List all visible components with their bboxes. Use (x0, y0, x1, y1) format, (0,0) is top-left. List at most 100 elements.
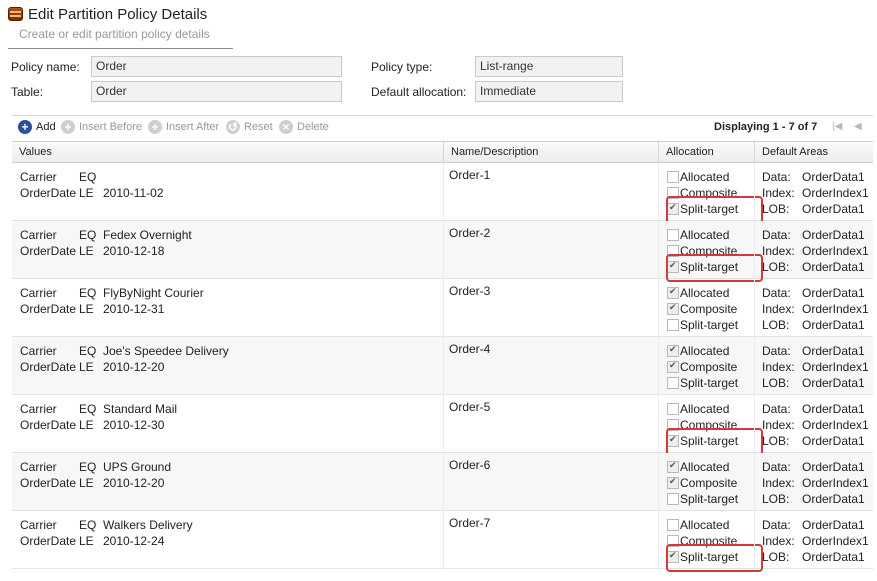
column-header-allocation[interactable]: Allocation (658, 142, 754, 162)
area-key: LOB: (762, 318, 790, 332)
area-key: Data: (762, 460, 791, 474)
value-text: Walkers Delivery (103, 518, 193, 532)
table-field[interactable]: Order (91, 81, 342, 102)
table-label: Table: (11, 85, 44, 99)
checkbox-label: Allocated (680, 518, 730, 532)
value-key: OrderDate (20, 360, 77, 374)
area-key: Data: (762, 228, 791, 242)
checkbox-label: Split-target (680, 260, 739, 274)
checkbox-icon[interactable] (667, 403, 679, 415)
checkbox-icon[interactable] (667, 360, 679, 373)
grid-toolbar: + Add + Insert Before + Insert After ↺ Reset… (12, 115, 873, 142)
value-operator: LE (79, 476, 94, 490)
checkbox-icon[interactable] (667, 460, 679, 473)
area-value: OrderData1 (802, 318, 865, 332)
checkbox-label: Composite (680, 244, 738, 258)
value-text: 2010-12-18 (103, 244, 165, 258)
first-page-icon[interactable]: |◀ (832, 121, 842, 132)
value-key: Carrier (20, 460, 57, 474)
area-value: OrderData1 (802, 402, 865, 416)
policy-name-label: Policy name: (11, 60, 80, 74)
checkbox-icon[interactable] (667, 229, 679, 241)
value-text: Fedex Overnight (103, 228, 192, 242)
value-key: Carrier (20, 344, 57, 358)
checkbox-icon[interactable] (667, 302, 679, 315)
checkbox-label: Composite (680, 476, 738, 490)
value-text: 2010-12-20 (103, 360, 165, 374)
checkbox-label: Allocated (680, 344, 730, 358)
column-header-default-areas[interactable]: Default Areas (754, 142, 873, 162)
checkbox-icon[interactable] (667, 519, 679, 531)
checkbox-icon[interactable] (667, 377, 679, 389)
header-divider (8, 48, 233, 49)
area-key: Index: (762, 360, 795, 374)
checkbox-label: Allocated (680, 228, 730, 242)
checkbox-label: Split-target (680, 202, 739, 216)
area-value: OrderData1 (802, 434, 865, 448)
value-operator: LE (79, 244, 94, 258)
checkbox-icon[interactable] (667, 535, 679, 547)
area-key: Data: (762, 170, 791, 184)
column-header-name[interactable]: Name/Description (443, 142, 658, 162)
area-value: OrderIndex1 (802, 534, 869, 548)
checkbox-icon[interactable] (667, 493, 679, 505)
previous-page-icon[interactable]: ◀ (854, 121, 862, 132)
area-key: Index: (762, 244, 795, 258)
value-key: Carrier (20, 228, 57, 242)
value-key: OrderDate (20, 302, 77, 316)
checkbox-icon[interactable] (667, 171, 679, 183)
value-operator: EQ (79, 344, 97, 358)
checkbox-icon[interactable] (667, 434, 679, 447)
area-value: OrderData1 (802, 460, 865, 474)
policy-name-field[interactable]: Order (91, 56, 342, 77)
area-key: LOB: (762, 260, 790, 274)
partition-name: Order-6 (449, 458, 491, 472)
checkbox-icon[interactable] (667, 202, 679, 215)
checkbox-label: Composite (680, 418, 738, 432)
checkbox-label: Composite (680, 534, 738, 548)
checkbox-icon[interactable] (667, 419, 679, 431)
value-operator: EQ (79, 286, 97, 300)
area-value: OrderData1 (802, 550, 865, 564)
partition-name: Order-2 (449, 226, 491, 240)
checkbox-icon[interactable] (667, 286, 679, 299)
partition-name: Order-4 (449, 342, 491, 356)
area-value: OrderIndex1 (802, 476, 869, 490)
area-key: Index: (762, 302, 795, 316)
area-key: LOB: (762, 492, 790, 506)
value-text: 2010-12-31 (103, 302, 165, 316)
checkbox-icon[interactable] (667, 245, 679, 257)
checkbox-label: Split-target (680, 550, 739, 564)
partition-name: Order-7 (449, 516, 491, 530)
value-key: Carrier (20, 286, 57, 300)
area-key: LOB: (762, 202, 790, 216)
value-text: FlyByNight Courier (103, 286, 204, 300)
checkbox-label: Split-target (680, 492, 739, 506)
checkbox-icon[interactable] (667, 550, 679, 563)
area-key: Index: (762, 418, 795, 432)
value-key: OrderDate (20, 534, 77, 548)
area-value: OrderData1 (802, 492, 865, 506)
checkbox-label: Composite (680, 302, 738, 316)
checkbox-icon[interactable] (667, 187, 679, 199)
value-key: Carrier (20, 170, 57, 184)
policy-type-label: Policy type: (371, 60, 433, 74)
checkbox-icon[interactable] (667, 260, 679, 273)
value-key: OrderDate (20, 186, 77, 200)
policy-type-field[interactable]: List-range (475, 56, 623, 77)
column-header-values[interactable]: Values (12, 142, 443, 162)
checkbox-label: Split-target (680, 376, 739, 390)
area-value: OrderIndex1 (802, 418, 869, 432)
delete-icon: × (279, 120, 293, 134)
table-header: Values Name/Description Allocation Defau… (12, 141, 873, 163)
value-operator: LE (79, 534, 94, 548)
default-allocation-field[interactable]: Immediate (475, 81, 623, 102)
value-operator: EQ (79, 170, 97, 184)
checkbox-label: Split-target (680, 434, 739, 448)
area-value: OrderData1 (802, 518, 865, 532)
area-value: OrderData1 (802, 202, 865, 216)
area-key: Index: (762, 186, 795, 200)
checkbox-icon[interactable] (667, 476, 679, 489)
checkbox-icon[interactable] (667, 344, 679, 357)
checkbox-icon[interactable] (667, 319, 679, 331)
